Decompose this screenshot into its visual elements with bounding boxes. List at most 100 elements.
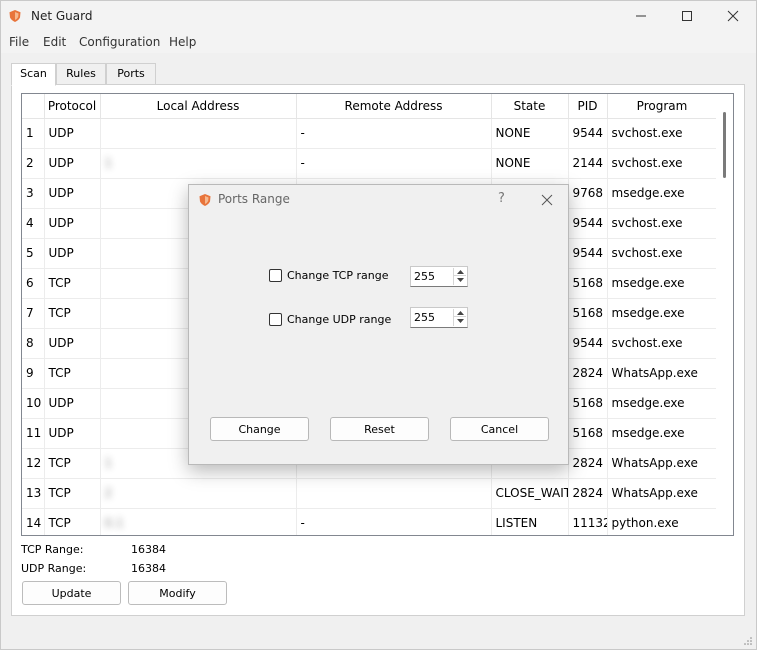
state-cell: LISTEN [491, 508, 569, 535]
row-number-cell: 9 [22, 358, 45, 389]
program-cell: msedge.exe [607, 388, 718, 419]
menu-configuration[interactable]: Configuration [79, 35, 160, 49]
program-cell: svchost.exe [607, 118, 718, 149]
tcp-range-spinbox-value: 255 [414, 270, 435, 283]
menu-file[interactable]: File [9, 35, 29, 49]
program-cell: WhatsApp.exe [607, 478, 718, 509]
udp-spin-down-button[interactable] [454, 317, 466, 325]
row-number-cell: 13 [22, 478, 45, 509]
column-header-program[interactable]: Program [607, 94, 718, 119]
minimize-icon [636, 15, 646, 17]
tab-ports[interactable]: Ports [106, 63, 156, 85]
row-number-cell: 5 [22, 238, 45, 269]
update-button[interactable]: Update [22, 581, 121, 605]
protocol-cell: TCP [44, 448, 101, 479]
pid-cell: 9544 [568, 238, 608, 269]
state-cell: CLOSE_WAIT [491, 478, 569, 509]
protocol-cell: UDP [44, 328, 101, 359]
pid-cell: 9544 [568, 118, 608, 149]
tab-rules[interactable]: Rules [56, 63, 106, 85]
udp-spin-up-button[interactable] [454, 309, 466, 317]
close-window-button[interactable] [710, 1, 756, 31]
program-cell: msedge.exe [607, 268, 718, 299]
local-address-cell: 1 [100, 148, 297, 179]
row-number-cell: 10 [22, 388, 45, 419]
resize-grip-icon[interactable] [743, 636, 753, 646]
column-header-index[interactable] [22, 94, 45, 119]
dialog-app-icon [199, 194, 211, 206]
local-address-cell: 0.1 [100, 508, 297, 535]
main-window: Net Guard File Edit Configuration Help S… [0, 0, 757, 650]
protocol-cell: TCP [44, 508, 101, 535]
change-button[interactable]: Change [210, 417, 309, 441]
protocol-cell: UDP [44, 238, 101, 269]
pid-cell: 2824 [568, 358, 608, 389]
table-row[interactable]: 13 TCP 2 CLOSE_WAIT 2824 WhatsApp.exe [22, 478, 718, 509]
udp-range-checkbox[interactable] [269, 312, 282, 326]
pid-cell: 5168 [568, 418, 608, 449]
udp-range-value: 16384 [131, 562, 166, 575]
tcp-range-checkbox-row[interactable]: Change TCP range [269, 266, 388, 284]
tcp-range-value: 16384 [131, 543, 166, 556]
row-number-cell: 6 [22, 268, 45, 299]
modify-button[interactable]: Modify [128, 581, 227, 605]
udp-range-checkbox-row[interactable]: Change UDP range [269, 310, 391, 328]
tcp-range-spinbox[interactable]: 255 [410, 266, 468, 287]
udp-range-spinbox[interactable]: 255 [410, 307, 468, 328]
program-cell: msedge.exe [607, 298, 718, 329]
scrollbar-thumb[interactable] [723, 112, 726, 178]
column-header-remote-address[interactable]: Remote Address [296, 94, 492, 119]
protocol-cell: TCP [44, 268, 101, 299]
protocol-cell: UDP [44, 118, 101, 149]
reset-button[interactable]: Reset [330, 417, 429, 441]
menu-help[interactable]: Help [169, 35, 196, 49]
column-header-pid[interactable]: PID [568, 94, 608, 119]
protocol-cell: UDP [44, 418, 101, 449]
pid-cell: 2144 [568, 148, 608, 179]
table-header-row: Protocol Local Address Remote Address St… [22, 94, 718, 119]
row-number-cell: 7 [22, 298, 45, 329]
table-row[interactable]: 2 UDP 1- NONE 2144 svchost.exe [22, 148, 718, 179]
tcp-range-checkbox-label: Change TCP range [287, 268, 389, 282]
tcp-spin-down-button[interactable] [454, 276, 466, 284]
protocol-cell: TCP [44, 478, 101, 509]
tcp-range-checkbox[interactable] [269, 268, 282, 282]
column-header-local-address[interactable]: Local Address [100, 94, 297, 119]
dialog-close-icon[interactable] [541, 194, 553, 206]
udp-range-label: UDP Range: [21, 562, 87, 575]
program-cell: msedge.exe [607, 418, 718, 449]
table-row[interactable]: 14 TCP 0.1- LISTEN 11132 python.exe [22, 508, 718, 535]
pid-cell: 2824 [568, 478, 608, 509]
protocol-cell: UDP [44, 148, 101, 179]
protocol-cell: UDP [44, 388, 101, 419]
tcp-spin-up-button[interactable] [454, 268, 466, 276]
menu-bar: File Edit Configuration Help [1, 31, 756, 53]
pid-cell: 2824 [568, 448, 608, 479]
pid-cell: 5168 [568, 268, 608, 299]
row-number-cell: 11 [22, 418, 45, 449]
program-cell: msedge.exe [607, 178, 718, 209]
row-number-cell: 8 [22, 328, 45, 359]
menu-edit[interactable]: Edit [43, 35, 66, 49]
column-header-protocol[interactable]: Protocol [44, 94, 101, 119]
tab-scan[interactable]: Scan [11, 63, 56, 86]
minimize-button[interactable] [618, 1, 664, 31]
table-row[interactable]: 1 UDP - NONE 9544 svchost.exe [22, 118, 718, 149]
caret-down-icon [456, 278, 464, 282]
maximize-button[interactable] [664, 1, 710, 31]
protocol-cell: TCP [44, 358, 101, 389]
column-header-state[interactable]: State [491, 94, 569, 119]
table-vertical-scrollbar[interactable] [716, 94, 733, 535]
row-number-cell: 2 [22, 148, 45, 179]
pid-cell: 5168 [568, 388, 608, 419]
row-number-cell: 14 [22, 508, 45, 535]
cancel-button[interactable]: Cancel [450, 417, 549, 441]
remote-address-cell [296, 478, 492, 509]
program-cell: WhatsApp.exe [607, 448, 718, 479]
dialog-help-button[interactable]: ? [498, 191, 505, 206]
ports-range-dialog: Ports Range ? Change TCP range 255 Chang… [188, 184, 569, 465]
state-cell: NONE [491, 148, 569, 179]
tcp-range-label: TCP Range: [21, 543, 84, 556]
window-title: Net Guard [31, 9, 93, 23]
udp-range-spinbox-value: 255 [414, 311, 435, 324]
